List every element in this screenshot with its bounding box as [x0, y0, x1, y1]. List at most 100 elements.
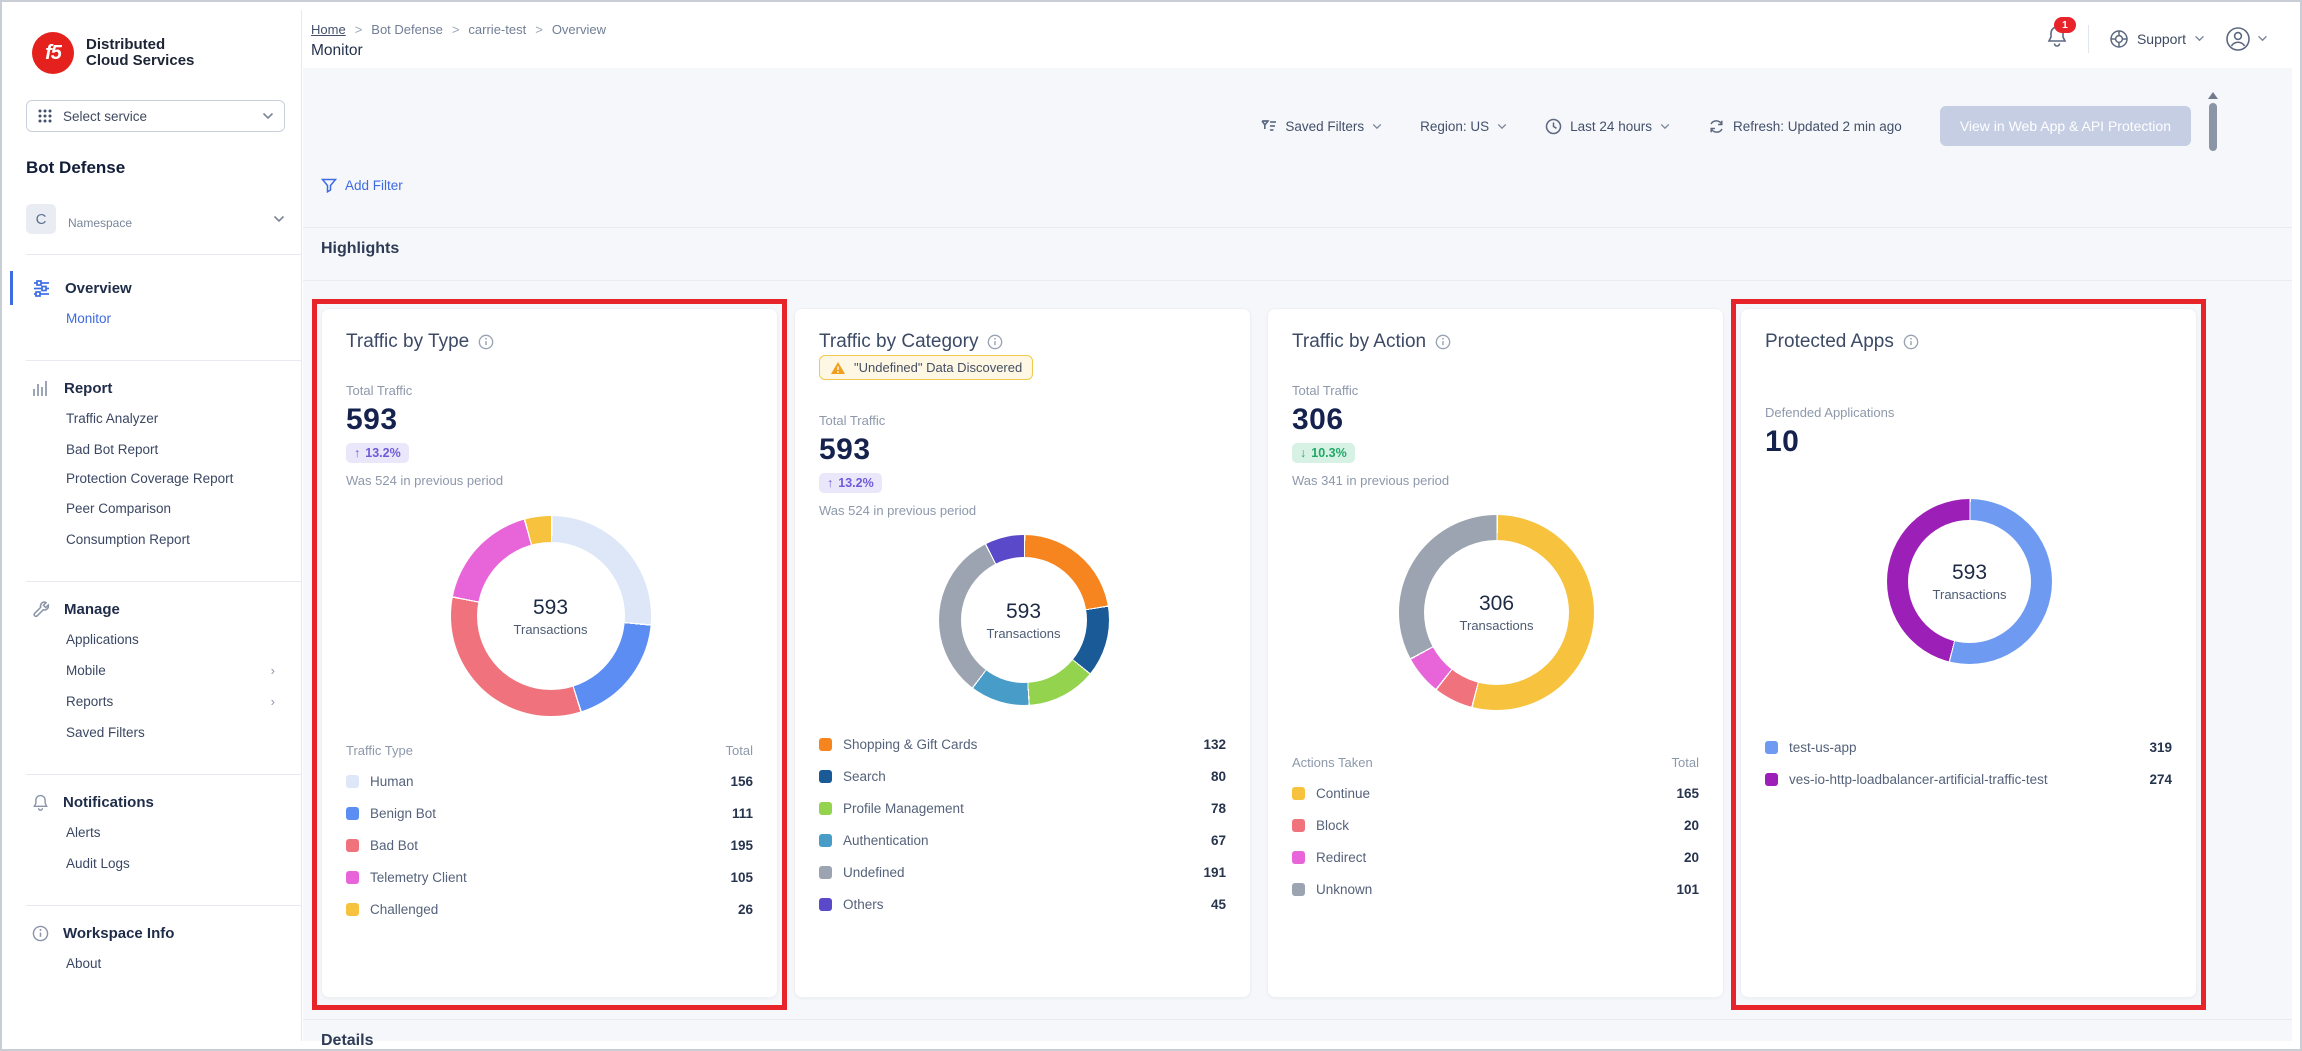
previous-period-text: Was 341 in previous period	[1292, 473, 1449, 488]
breadcrumb-item[interactable]: Overview	[552, 22, 606, 37]
legend-item[interactable]: Others45	[819, 888, 1226, 920]
region-dropdown[interactable]: Region: US	[1420, 119, 1507, 134]
legend-item[interactable]: Redirect20	[1292, 841, 1699, 873]
metric-value: 593	[819, 433, 871, 467]
scrollbar[interactable]	[2208, 92, 2218, 151]
brand-logo[interactable]: f5 Distributed Cloud Services	[32, 32, 301, 74]
legend: Actions TakenTotalContinue165Block20Redi…	[1292, 747, 1699, 905]
add-filter-label: Add Filter	[345, 178, 403, 193]
legend-item[interactable]: Benign Bot111	[346, 797, 753, 829]
chevron-down-icon	[1660, 123, 1670, 130]
metric-label: Total Traffic	[1292, 383, 1358, 398]
sidebar-item-audit-logs[interactable]: Audit Logs	[10, 848, 301, 879]
donut-chart[interactable]: 593Transactions	[1887, 499, 2052, 664]
service-selector[interactable]: Select service	[26, 100, 285, 132]
legend-item[interactable]: Undefined191	[819, 856, 1226, 888]
legend-swatch	[346, 871, 359, 884]
sidebar-item-label: Mobile	[66, 663, 106, 678]
view-in-waap-button[interactable]: View in Web App & API Protection	[1940, 106, 2191, 146]
legend-item[interactable]: ves-io-http-loadbalancer-artificial-traf…	[1765, 763, 2172, 795]
chevron-down-icon	[1497, 123, 1507, 130]
legend-value: 26	[738, 902, 753, 917]
delta-badge: ↑13.2%	[819, 473, 882, 493]
donut-chart[interactable]: 593Transactions	[939, 535, 1109, 705]
sidebar-item-label: Applications	[66, 632, 139, 647]
sidebar-item-about[interactable]: About	[10, 948, 301, 979]
sidebar-item-label: Saved Filters	[66, 725, 145, 740]
legend-swatch	[1292, 787, 1305, 800]
info-icon[interactable]	[478, 334, 494, 350]
add-filter-button[interactable]: Add Filter	[321, 178, 403, 193]
scrollbar-thumb[interactable]	[2209, 103, 2217, 151]
nav-section-report: ReportTraffic AnalyzerBad Bot ReportProt…	[10, 361, 301, 561]
filter-toolbar: Saved Filters Region: US Last 24 hours	[1261, 106, 2191, 146]
legend-label: ves-io-http-loadbalancer-artificial-traf…	[1789, 772, 2048, 787]
legend-item[interactable]: Profile Management78	[819, 792, 1226, 824]
sidebar-item-workspace-info[interactable]: Workspace Info	[10, 918, 301, 948]
legend-label: Bad Bot	[370, 838, 418, 853]
support-menu[interactable]: Support	[2109, 29, 2205, 49]
sidebar-item-traffic-analyzer[interactable]: Traffic Analyzer	[10, 403, 301, 434]
breadcrumb-separator: >	[452, 22, 460, 37]
breadcrumb-item[interactable]: Home	[311, 22, 346, 37]
legend-item[interactable]: Human156	[346, 765, 753, 797]
info-icon[interactable]	[987, 334, 1003, 350]
legend-item[interactable]: Challenged 26	[346, 893, 753, 925]
sidebar-item-applications[interactable]: Applications	[10, 624, 301, 655]
sidebar-item-overview[interactable]: Overview	[10, 273, 301, 303]
legend-header: Traffic TypeTotal	[346, 735, 753, 765]
legend-value: 111	[732, 806, 753, 821]
donut-center-value: 306	[1479, 592, 1514, 616]
sidebar-item-alerts[interactable]: Alerts	[10, 817, 301, 848]
card-title: Traffic by Category	[819, 331, 978, 353]
legend-item[interactable]: Unknown101	[1292, 873, 1699, 905]
namespace-selector[interactable]: C Namespace	[26, 204, 285, 234]
info-icon[interactable]	[1435, 334, 1451, 350]
undefined-data-warning-badge[interactable]: "Undefined" Data Discovered	[819, 355, 1033, 380]
product-title: Bot Defense	[26, 158, 301, 178]
warning-text: "Undefined" Data Discovered	[854, 360, 1022, 375]
legend-item[interactable]: Block20	[1292, 809, 1699, 841]
breadcrumb-item[interactable]: Bot Defense	[371, 22, 443, 37]
metric-label: Defended Applications	[1765, 405, 1894, 420]
sidebar-item-manage[interactable]: Manage	[10, 594, 301, 624]
info-icon[interactable]	[1903, 334, 1919, 350]
sidebar-item-reports[interactable]: Reports›	[10, 686, 301, 717]
legend-item[interactable]: test-us-app319	[1765, 731, 2172, 763]
sidebar-item-label: About	[66, 956, 101, 971]
legend-label: Redirect	[1316, 850, 1366, 865]
sidebar-item-saved-filters[interactable]: Saved Filters	[10, 717, 301, 748]
legend-item[interactable]: Bad Bot195	[346, 829, 753, 861]
nav-section-overview: OverviewMonitor	[10, 261, 301, 340]
breadcrumb-item[interactable]: carrie-test	[468, 22, 526, 37]
legend-value: 274	[2149, 772, 2172, 787]
account-menu[interactable]	[2225, 26, 2268, 52]
time-range-dropdown[interactable]: Last 24 hours	[1545, 118, 1670, 135]
saved-filters-dropdown[interactable]: Saved Filters	[1261, 119, 1382, 134]
sidebar-item-report[interactable]: Report	[10, 373, 301, 403]
sidebar-item-bad-bot-report[interactable]: Bad Bot Report	[10, 434, 301, 465]
sidebar-item-consumption-report[interactable]: Consumption Report	[10, 524, 301, 555]
donut-center-value: 593	[1006, 600, 1041, 624]
sidebar-nav: OverviewMonitor ReportTraffic AnalyzerBad…	[10, 261, 301, 985]
donut-chart[interactable]: 306Transactions	[1399, 515, 1594, 710]
donut-chart[interactable]: 593Transactions	[451, 516, 651, 716]
scroll-up-icon[interactable]	[2208, 92, 2218, 99]
legend-label: Challenged	[370, 902, 438, 917]
legend-value: 156	[730, 774, 753, 789]
legend-item[interactable]: Authentication67	[819, 824, 1226, 856]
legend-item[interactable]: Search80	[819, 760, 1226, 792]
sidebar-item-mobile[interactable]: Mobile›	[10, 655, 301, 686]
legend-swatch	[346, 839, 359, 852]
sidebar-item-protection-coverage-report[interactable]: Protection Coverage Report	[10, 465, 301, 493]
sidebar-item-notifications[interactable]: Notifications	[10, 787, 301, 817]
legend-item[interactable]: Shopping & Gift Cards132	[819, 728, 1226, 760]
notifications-button[interactable]: 1	[2046, 24, 2068, 53]
legend-item[interactable]: Telemetry Client105	[346, 861, 753, 893]
refresh-button[interactable]: Refresh: Updated 2 min ago	[1708, 118, 1902, 135]
legend-swatch	[346, 807, 359, 820]
legend-item[interactable]: Continue165	[1292, 777, 1699, 809]
breadcrumb: Home>Bot Defense>carrie-test>Overview	[311, 22, 606, 37]
sidebar-item-monitor[interactable]: Monitor	[10, 303, 301, 334]
sidebar-item-peer-comparison[interactable]: Peer Comparison	[10, 493, 301, 524]
